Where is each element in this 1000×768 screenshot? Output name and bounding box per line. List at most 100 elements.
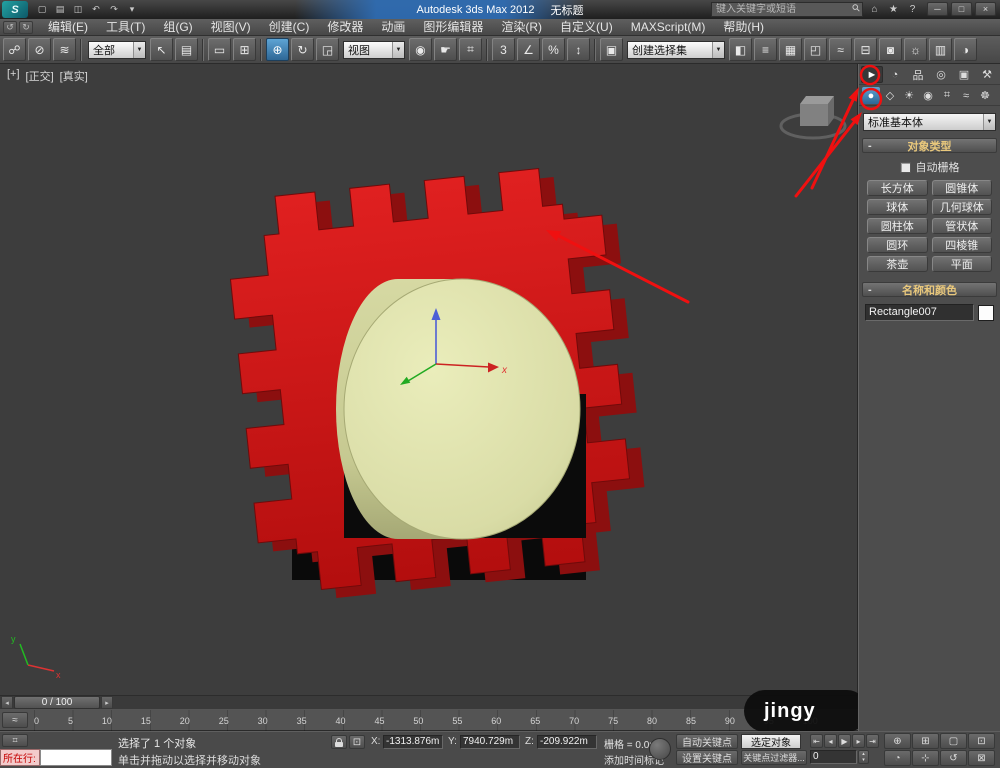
menu-item[interactable]: 修改器 <box>318 19 372 36</box>
category-space-warps-icon[interactable]: ≈ <box>957 87 975 104</box>
select-and-rotate-icon[interactable]: ↻ <box>291 38 314 61</box>
pyramid-button[interactable]: 四棱锥 <box>932 237 993 253</box>
tube-button[interactable]: 管状体 <box>932 218 993 234</box>
rectangular-selection-region-icon[interactable]: ▭ <box>208 38 231 61</box>
menu-item[interactable]: 创建(C) <box>260 19 319 36</box>
set-key-button[interactable]: 设置关键点 <box>676 750 738 765</box>
graphite-ribbon-toggle-icon[interactable]: ◰ <box>804 38 827 61</box>
primitive-category-dropdown[interactable]: 标准基本体 ▼ <box>863 113 996 131</box>
category-shapes-icon[interactable]: ◇ <box>881 87 899 104</box>
qat-dropdown-icon[interactable]: ▾ <box>124 3 140 17</box>
cylinder-object[interactable] <box>344 279 580 539</box>
maxscript-mini-listener-label[interactable]: 所在行: <box>0 749 40 766</box>
selection-lock-toggle[interactable] <box>331 735 347 749</box>
select-by-name-icon[interactable]: ▤ <box>175 38 198 61</box>
use-pivot-point-center-icon[interactable]: ◉ <box>409 38 432 61</box>
viewport-general-menu[interactable]: [+] <box>7 68 20 84</box>
current-frame-field[interactable]: 0 <box>810 750 857 764</box>
select-object-icon[interactable]: ↖ <box>150 38 173 61</box>
zoom-button[interactable]: ⊕ <box>884 733 911 749</box>
unlink-selection-icon[interactable]: ⊘ <box>28 38 51 61</box>
object-color-swatch[interactable] <box>978 305 994 321</box>
cylinder-button[interactable]: 圆柱体 <box>867 218 928 234</box>
category-geometry-icon[interactable]: ● <box>862 87 880 104</box>
select-and-scale-icon[interactable]: ◲ <box>316 38 339 61</box>
sphere-button[interactable]: 球体 <box>867 199 928 215</box>
percent-snap-icon[interactable]: % <box>542 38 565 61</box>
help-icon[interactable]: ? <box>905 3 920 17</box>
plane-button[interactable]: 平面 <box>932 256 993 272</box>
field-of-view-button[interactable]: ◔ <box>884 750 911 766</box>
align-icon[interactable]: ≡ <box>754 38 777 61</box>
go-to-end-button[interactable]: ⇥ <box>866 734 879 748</box>
go-to-start-button[interactable]: ⇤ <box>810 734 823 748</box>
y-coordinate-field[interactable]: 7940.729m <box>460 735 520 749</box>
menu-item[interactable]: 组(G) <box>154 19 201 36</box>
next-frame-button[interactable]: ▸ <box>852 734 865 748</box>
category-cameras-icon[interactable]: ◉ <box>919 87 937 104</box>
new-scene-icon[interactable]: ▢ <box>34 3 50 17</box>
menu-item[interactable]: 帮助(H) <box>714 19 773 36</box>
save-file-icon[interactable]: ◫ <box>70 3 86 17</box>
key-filters-button[interactable]: 关键点过滤器... <box>741 750 807 765</box>
infocenter-search-input[interactable] <box>711 2 863 17</box>
object-type-rollout-header[interactable]: - 对象类型 <box>862 138 997 153</box>
selection-filter-dropdown[interactable]: 全部 ▼ <box>88 41 146 59</box>
spinner-down-icon[interactable]: ▾ <box>862 757 865 763</box>
render-setup-icon[interactable]: ☼ <box>904 38 927 61</box>
frame-spinner[interactable]: ▴ ▾ <box>858 750 869 764</box>
mirror-icon[interactable]: ◧ <box>729 38 752 61</box>
menu-item[interactable]: 动画 <box>372 19 414 36</box>
redo-icon[interactable]: ↷ <box>106 3 122 17</box>
layer-manager-icon[interactable]: ▦ <box>779 38 802 61</box>
absolute-offset-toggle[interactable]: ⊡ <box>349 735 365 749</box>
zoom-extents-all-button[interactable]: ⊞ <box>912 733 939 749</box>
orbit-button[interactable]: ↺ <box>940 750 967 766</box>
angle-snap-icon[interactable]: ∠ <box>517 38 540 61</box>
curve-editor-icon[interactable]: ≈ <box>829 38 852 61</box>
rendered-frame-window-icon[interactable]: ▥ <box>929 38 952 61</box>
3dsmax-logo-icon[interactable]: S <box>2 1 28 18</box>
favorites-icon[interactable]: ★ <box>886 3 901 17</box>
category-lights-icon[interactable]: ☀ <box>900 87 918 104</box>
geosphere-button[interactable]: 几何球体 <box>932 199 993 215</box>
name-color-rollout-header[interactable]: - 名称和颜色 <box>862 282 997 297</box>
undo-icon[interactable]: ↶ <box>88 3 104 17</box>
spinner-snap-icon[interactable]: ↕ <box>567 38 590 61</box>
time-step-back-button[interactable]: ◂ <box>1 696 13 709</box>
maxscript-mini-listener-input[interactable] <box>40 749 112 766</box>
snap-toggle-3d-icon[interactable]: 3 <box>492 38 515 61</box>
open-file-icon[interactable]: ▤ <box>52 3 68 17</box>
material-editor-icon[interactable]: ◙ <box>879 38 902 61</box>
communication-center-icon[interactable]: ⌂ <box>867 3 882 17</box>
perspective-viewport[interactable]: x x y [+] [正交] [真实] <box>0 64 858 695</box>
time-step-forward-button[interactable]: ▸ <box>101 696 113 709</box>
track-bar-ruler[interactable]: 0510152025303540455055606570758085909510… <box>34 710 818 731</box>
menu-item[interactable]: 渲染(R) <box>492 19 551 36</box>
object-name-field[interactable]: Rectangle007 <box>865 304 974 321</box>
keyboard-shortcut-override-icon[interactable]: ⌗ <box>459 38 482 61</box>
play-button[interactable]: ▶ <box>838 734 851 748</box>
maximize-viewport-button[interactable]: ⊠ <box>968 750 995 766</box>
x-coordinate-field[interactable]: -1313.876m <box>383 735 443 749</box>
scene-undo-icon[interactable]: ↺ <box>3 21 17 34</box>
minimize-button[interactable]: ─ <box>927 2 948 16</box>
tab-motion[interactable]: ◎ <box>930 66 952 83</box>
mini-listener-toggle-button[interactable]: ⌗ <box>2 734 28 747</box>
pan-button[interactable]: ⊹ <box>912 750 939 766</box>
viewport-pov-menu[interactable]: [正交] <box>26 68 54 84</box>
select-and-move-icon[interactable]: ⊕ <box>266 38 289 61</box>
tab-utilities[interactable]: ⚒ <box>976 66 998 83</box>
maximize-button[interactable]: □ <box>951 2 972 16</box>
previous-frame-button[interactable]: ◂ <box>824 734 837 748</box>
category-helpers-icon[interactable]: ⌗ <box>938 87 956 104</box>
menu-item[interactable]: MAXScript(M) <box>622 19 715 36</box>
close-button[interactable]: × <box>975 2 996 16</box>
autogrid-checkbox[interactable] <box>900 162 911 173</box>
window-crossing-toggle-icon[interactable]: ⊞ <box>233 38 256 61</box>
menu-item[interactable]: 自定义(U) <box>551 19 622 36</box>
menu-item[interactable]: 编辑(E) <box>39 19 97 36</box>
box-button[interactable]: 长方体 <box>867 180 928 196</box>
tab-display[interactable]: ▣ <box>953 66 975 83</box>
set-keys-button[interactable] <box>649 738 671 760</box>
